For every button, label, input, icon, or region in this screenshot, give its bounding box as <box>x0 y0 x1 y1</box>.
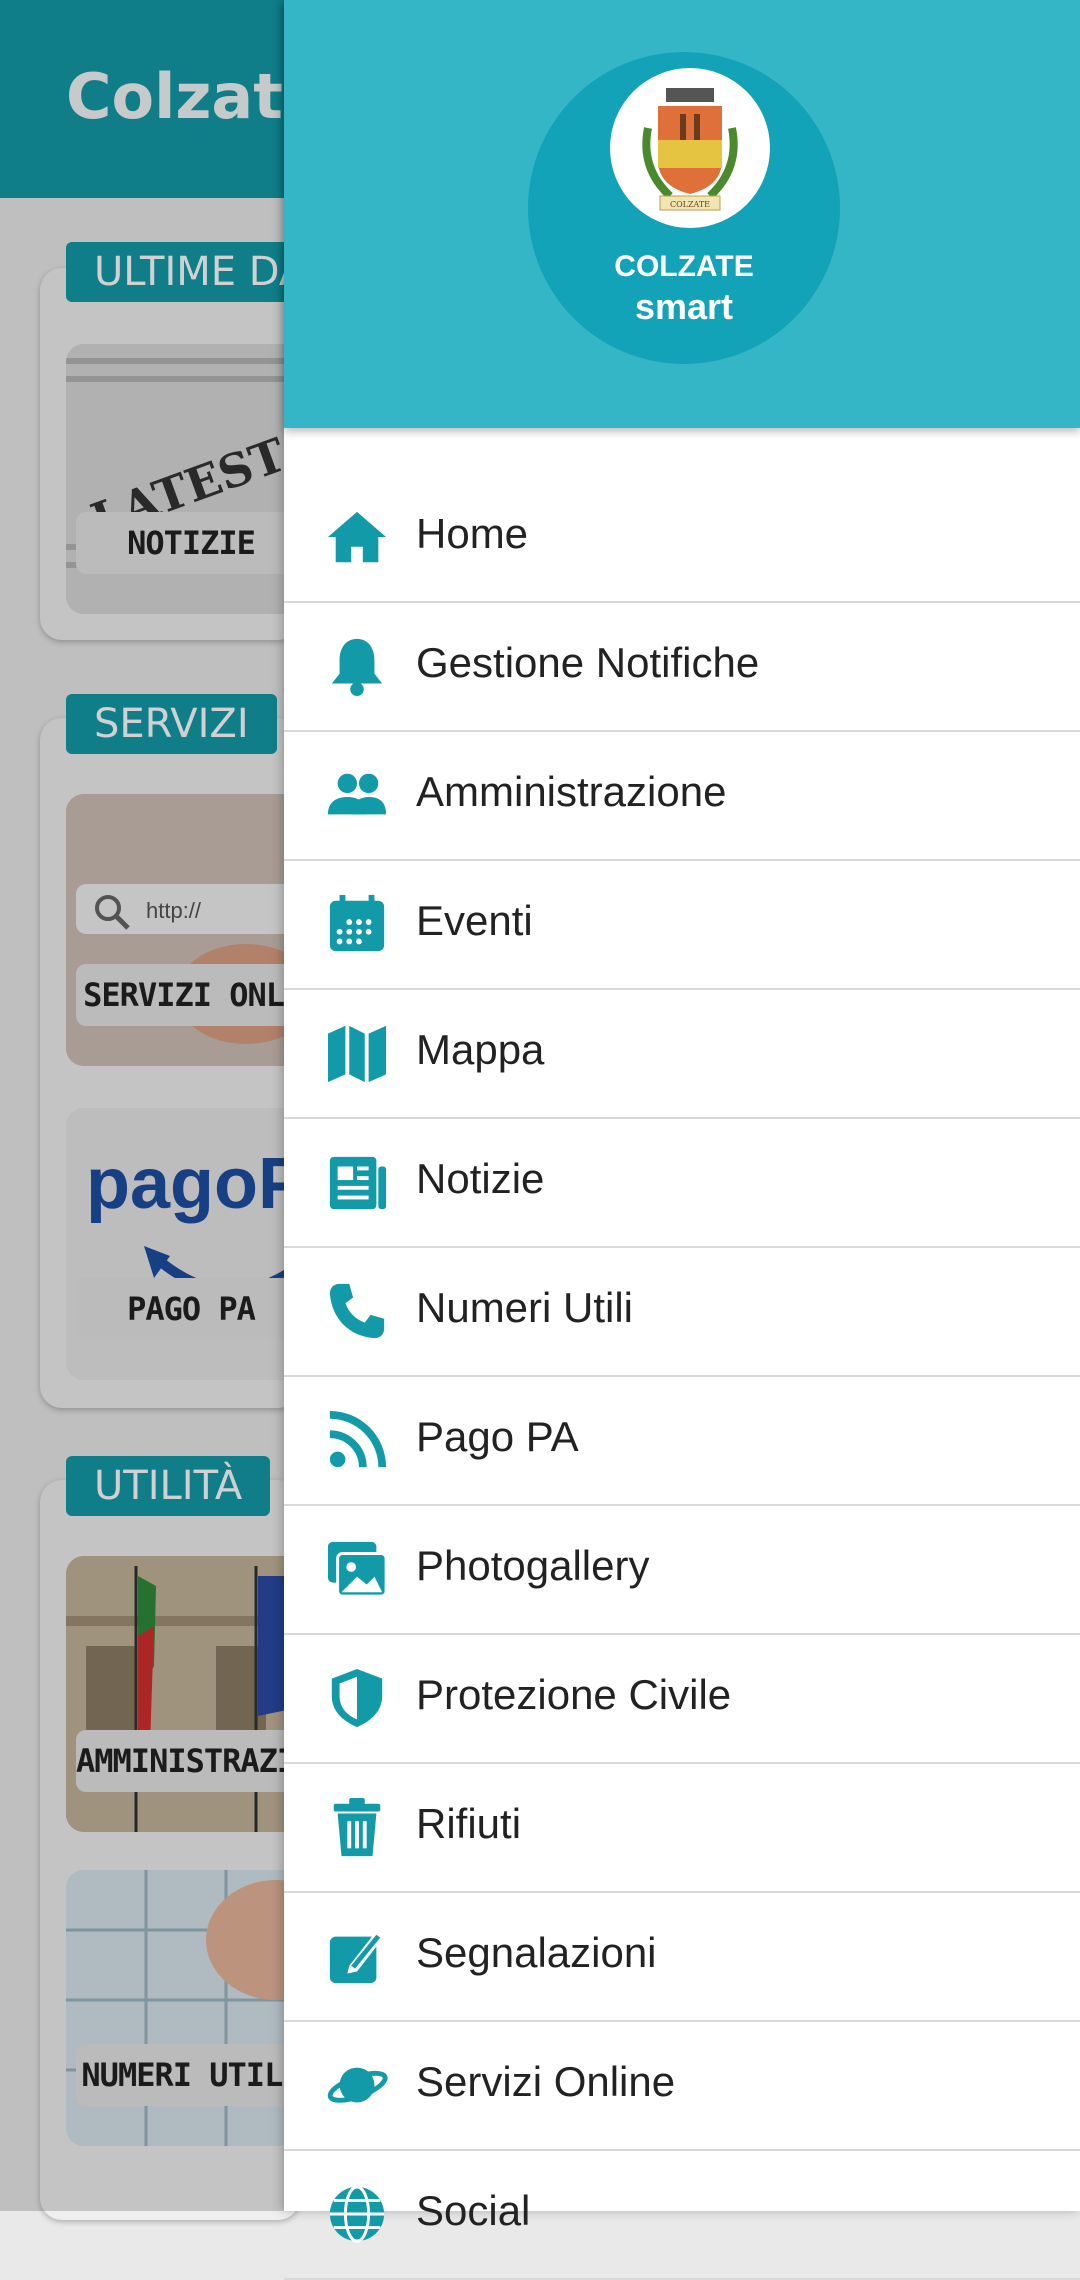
drawer-menu: Home Gestione Notifiche Amministrazione <box>284 474 1080 2280</box>
menu-item-gestione-notifiche[interactable]: Gestione Notifiche <box>284 603 1080 732</box>
menu-label: Servizi Online <box>416 2058 676 2105</box>
rss-icon <box>329 1410 387 1468</box>
logo-line2: smart <box>634 286 734 327</box>
map-icon <box>327 1025 387 1083</box>
globe-icon <box>329 2185 385 2243</box>
scrim-overlay[interactable] <box>0 0 285 2211</box>
menu-item-servizi-online[interactable]: Servizi Online <box>284 2022 1080 2151</box>
menu-item-pago-pa[interactable]: Pago PA <box>284 1377 1080 1506</box>
app-logo: COLZATE COLZATE smart <box>528 52 840 364</box>
menu-label: Notizie <box>416 1155 545 1202</box>
crest-icon: COLZATE <box>642 88 738 211</box>
menu-item-numeri-utili[interactable]: Numeri Utili <box>284 1248 1080 1377</box>
menu-item-social[interactable]: Social <box>284 2151 1080 2280</box>
images-icon <box>327 1541 388 1598</box>
users-icon <box>327 773 387 815</box>
menu-label: Segnalazioni <box>416 1929 657 1976</box>
menu-item-eventi[interactable]: Eventi <box>284 861 1080 990</box>
menu-label: Numeri Utili <box>416 1284 634 1331</box>
menu-label: Eventi <box>416 897 533 944</box>
calendar-icon <box>329 894 385 952</box>
menu-item-mappa[interactable]: Mappa <box>284 990 1080 1119</box>
menu-label: Mappa <box>416 1026 545 1073</box>
logo-line1: COLZATE <box>614 250 754 283</box>
phone-icon <box>329 1283 385 1339</box>
bell-icon <box>331 638 383 697</box>
menu-item-notizie[interactable]: Notizie <box>284 1119 1080 1248</box>
menu-label: Home <box>416 510 529 557</box>
newspaper-icon <box>329 1156 387 1210</box>
drawer-header: COLZATE COLZATE smart <box>284 0 1080 428</box>
menu-label: Photogallery <box>416 1542 650 1589</box>
menu-label: Pago PA <box>416 1413 579 1460</box>
planet-icon <box>327 2067 388 2103</box>
menu-item-home[interactable]: Home <box>284 474 1080 603</box>
crest-text: COLZATE <box>670 200 710 209</box>
edit-icon <box>329 1930 385 1984</box>
menu-item-amministrazione[interactable]: Amministrazione <box>284 732 1080 861</box>
menu-label: Gestione Notifiche <box>416 639 760 686</box>
menu-item-rifiuti[interactable]: Rifiuti <box>284 1764 1080 1893</box>
navigation-drawer: COLZATE COLZATE smart Home Gestione Noti… <box>284 0 1080 2280</box>
home-icon <box>327 511 387 563</box>
menu-item-protezione-civile[interactable]: Protezione Civile <box>284 1635 1080 1764</box>
menu-item-segnalazioni[interactable]: Segnalazioni <box>284 1893 1080 2022</box>
shield-icon <box>331 1668 383 1728</box>
menu-label: Rifiuti <box>416 1800 522 1847</box>
trash-icon <box>333 1797 381 1857</box>
crest-badge: COLZATE <box>610 68 770 228</box>
menu-item-photogallery[interactable]: Photogallery <box>284 1506 1080 1635</box>
menu-label: Protezione Civile <box>416 1671 732 1718</box>
menu-label: Social <box>416 2187 531 2234</box>
menu-label: Amministrazione <box>416 768 727 815</box>
